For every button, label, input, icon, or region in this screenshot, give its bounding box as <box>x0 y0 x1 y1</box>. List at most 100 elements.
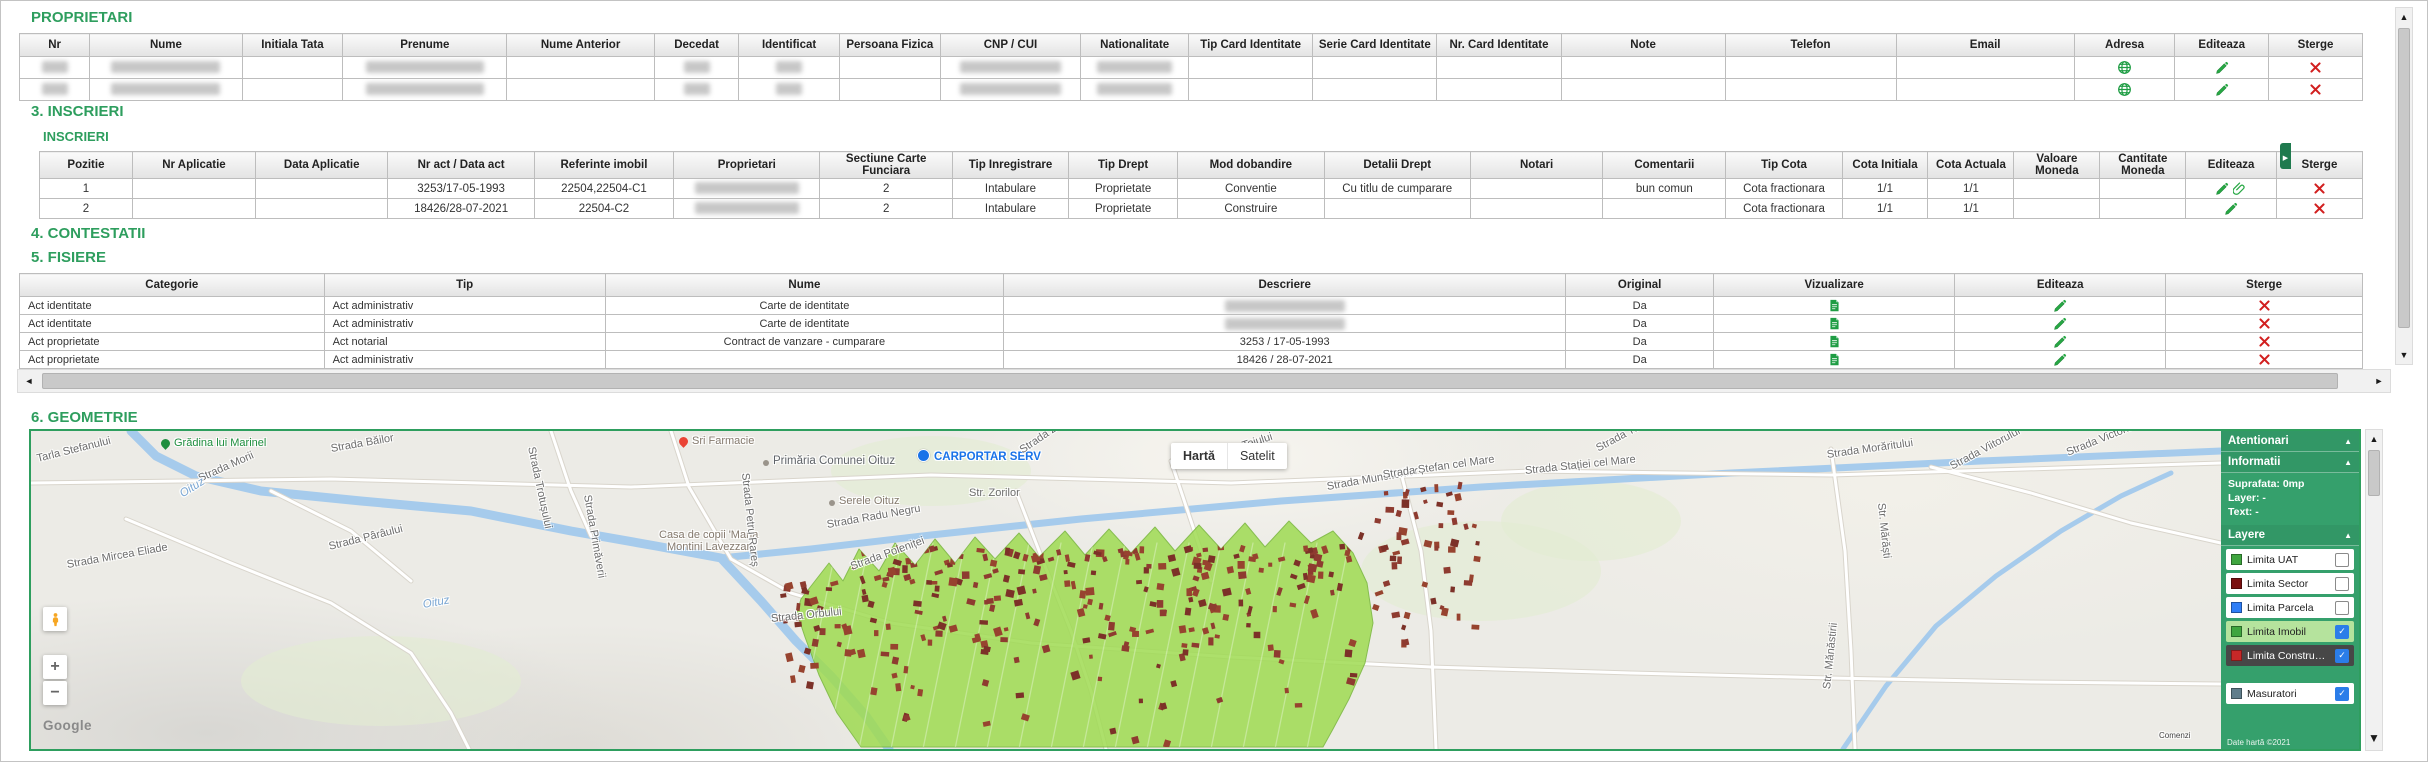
delete-icon[interactable] <box>2313 182 2326 195</box>
scroll-left-arrow-icon[interactable] <box>20 370 38 392</box>
map-scroll-thumb[interactable] <box>2368 450 2380 496</box>
globe-icon[interactable] <box>2117 82 2132 97</box>
panel-header-informatii[interactable]: Informatii <box>2221 452 2359 473</box>
cell <box>256 179 388 199</box>
doc-icon[interactable] <box>1828 334 1841 349</box>
collapse-arrow-icon[interactable] <box>2344 431 2352 452</box>
horizontal-scroll-thumb[interactable] <box>42 373 2338 389</box>
zoom-out-button[interactable]: − <box>43 681 67 705</box>
panel-header-layere[interactable]: Layere <box>2221 525 2359 546</box>
panel-info-block: Suprafata: 0mp Layer: - Text: - <box>2221 473 2359 525</box>
delete-icon[interactable] <box>2258 299 2271 312</box>
edit-icon[interactable] <box>2215 83 2229 97</box>
doc-icon[interactable] <box>1828 352 1841 367</box>
edit-icon[interactable] <box>2053 299 2067 313</box>
doc-icon[interactable] <box>1828 298 1841 313</box>
cell <box>2269 57 2363 79</box>
redacted-text <box>695 202 800 214</box>
pegman-control[interactable] <box>43 607 67 631</box>
redacted-text <box>1097 61 1173 73</box>
map-vertical-scrollbar[interactable] <box>2365 429 2383 751</box>
delete-icon[interactable] <box>2309 61 2322 74</box>
street-label: Strada Morii <box>197 449 256 484</box>
layer-checkbox[interactable] <box>2335 601 2349 615</box>
poi-label[interactable]: Sri Farmacie <box>679 435 754 447</box>
edit-icon[interactable] <box>2215 182 2229 196</box>
cell <box>507 79 655 101</box>
attach-icon[interactable] <box>2233 182 2247 196</box>
panel-header-atentionari[interactable]: Atentionari <box>2221 431 2359 452</box>
poi-label[interactable]: Primăria Comunei Oituz <box>763 455 895 467</box>
vertical-scroll-thumb[interactable] <box>2398 28 2410 328</box>
delete-icon[interactable] <box>2313 202 2326 215</box>
poi-label[interactable]: Serele Oituz <box>829 495 900 507</box>
globe-icon[interactable] <box>2117 60 2132 75</box>
poi-label[interactable]: Casa de copii 'Maria <box>659 529 758 541</box>
edit-icon[interactable] <box>2053 317 2067 331</box>
layer-label: Limita Imobil <box>2247 626 2330 638</box>
map-scroll-up-arrow-icon[interactable] <box>2366 432 2382 446</box>
layer-checkbox[interactable] <box>2335 553 2349 567</box>
layer-item-limita-uat[interactable]: Limita UAT <box>2226 549 2354 570</box>
info-suprafata: Suprafata: 0mp <box>2228 477 2352 491</box>
panel-header-label: Atentionari <box>2228 431 2289 451</box>
cell: 1/1 <box>1928 199 2014 219</box>
panel-collapse-tab[interactable] <box>2280 143 2291 169</box>
collapse-arrow-icon[interactable] <box>2344 452 2352 473</box>
vertical-scrollbar[interactable] <box>2395 7 2413 365</box>
cell <box>1313 57 1437 79</box>
poi-label[interactable]: Grădina lui Marinel <box>161 437 266 449</box>
edit-icon[interactable] <box>2215 61 2229 75</box>
delete-icon[interactable] <box>2258 317 2271 330</box>
layer-checkbox[interactable] <box>2335 577 2349 591</box>
cell <box>1896 79 2074 101</box>
dot-marker-icon <box>829 500 835 506</box>
cell <box>1955 333 2166 351</box>
edit-icon[interactable] <box>2053 335 2067 349</box>
zoom-in-button[interactable]: + <box>43 655 67 679</box>
layer-color-swatch <box>2231 554 2242 565</box>
layer-checkbox[interactable] <box>2335 687 2349 701</box>
horizontal-scrollbar[interactable] <box>17 369 2391 393</box>
scroll-up-arrow-icon[interactable] <box>2396 10 2412 24</box>
delete-icon[interactable] <box>2258 335 2271 348</box>
scroll-down-arrow-icon[interactable] <box>2396 348 2412 362</box>
cell <box>507 57 655 79</box>
street-label: Strada Ștefan cel Mare <box>1382 453 1495 481</box>
street-label: Str. Mănăstirii <box>1821 622 1840 690</box>
redacted-text <box>366 83 484 95</box>
layer-checkbox[interactable] <box>2335 625 2349 639</box>
cell: 22504-C2 <box>534 199 673 219</box>
layer-checkbox[interactable] <box>2335 649 2349 663</box>
street-label: Strada Morăritului <box>1826 437 1914 461</box>
scroll-right-arrow-icon[interactable] <box>2370 370 2388 392</box>
edit-icon[interactable] <box>2053 353 2067 367</box>
river-label: Oituz <box>422 594 451 610</box>
delete-icon[interactable] <box>2258 353 2271 366</box>
layer-item-limita-sector[interactable]: Limita Sector <box>2226 573 2354 594</box>
column-header: Cantitate Moneda <box>2100 152 2186 179</box>
satellite-view-button[interactable]: Satelit <box>1227 443 1287 469</box>
poi-label[interactable]: Montini Lavezzari' <box>667 541 755 553</box>
cell: Act proprietate <box>20 333 325 351</box>
layer-item-limita-constructie[interactable]: Limita Constructie <box>2226 645 2354 666</box>
cell: 2 <box>820 179 952 199</box>
redacted-text <box>695 182 800 194</box>
collapse-arrow-icon[interactable] <box>2344 525 2352 546</box>
map-canvas[interactable]: Tarla StefanuluiGrădina lui MarinelStrad… <box>31 431 2221 749</box>
cell <box>1603 199 1726 219</box>
cell <box>343 57 507 79</box>
layer-item-limita-imobil[interactable]: Limita Imobil <box>2226 621 2354 642</box>
layer-item-limita-parcela[interactable]: Limita Parcela <box>2226 597 2354 618</box>
doc-icon[interactable] <box>1828 316 1841 331</box>
cell <box>20 57 90 79</box>
delete-icon[interactable] <box>2309 83 2322 96</box>
cell: Act identitate <box>20 297 325 315</box>
street-label: Strada Pârâului <box>328 523 404 553</box>
cell <box>2269 79 2363 101</box>
map-scroll-down-arrow-icon[interactable] <box>2366 730 2382 746</box>
cell <box>242 79 343 101</box>
map-view-button[interactable]: Hartă <box>1171 443 1227 469</box>
layer-item-masuratori[interactable]: Masuratori <box>2226 683 2354 704</box>
edit-icon[interactable] <box>2224 202 2238 216</box>
